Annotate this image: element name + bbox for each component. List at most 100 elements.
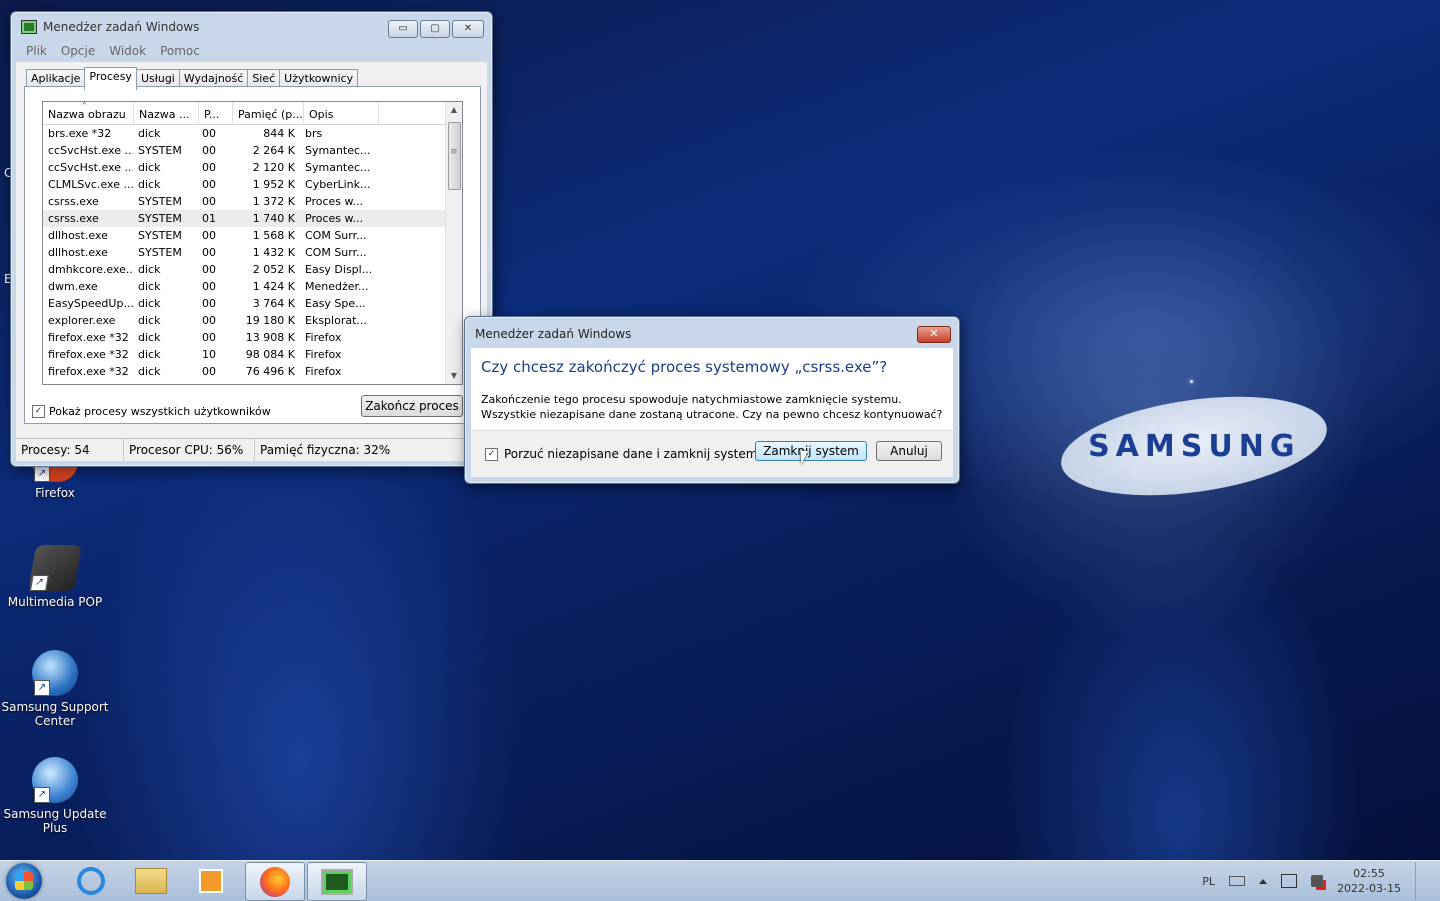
shortcut-arrow-icon: ↗ xyxy=(34,680,50,696)
confirm-dialog[interactable]: Menedżer zadań Windows ✕ Czy chcesz zako… xyxy=(464,316,960,484)
table-row[interactable]: dwm.exe dick 00 1 424 K Menedżer... xyxy=(43,278,462,295)
desktop-icon-label: Samsung Support Center xyxy=(1,700,109,728)
windows-logo-icon xyxy=(15,872,33,890)
system-tray: PL 02:55 2022-03-15 xyxy=(1202,861,1440,901)
cancel-button[interactable]: Anuluj xyxy=(876,441,942,461)
column-header-memory[interactable]: Pamięć (p... xyxy=(233,102,304,124)
cell-user-name: dick xyxy=(138,348,161,361)
maximize-button[interactable]: ▢ xyxy=(420,20,450,38)
show-desktop-button[interactable] xyxy=(1415,862,1428,900)
cell-image-name: dwm.exe xyxy=(48,280,98,293)
column-header-user-name[interactable]: Nazwa ... xyxy=(134,102,199,124)
cell-image-name: csrss.exe xyxy=(48,195,99,208)
discard-data-row[interactable]: ✓ Porzuć niezapisane dane i zamknij syst… xyxy=(485,447,761,461)
cell-memory: 1 432 K xyxy=(252,246,295,259)
desktop-icon-samsung-update-plus[interactable]: ↗ Samsung Update Plus xyxy=(0,757,110,835)
taskbar-internet-explorer[interactable] xyxy=(62,862,120,899)
cell-description: Firefox xyxy=(305,331,342,344)
cell-user-name: dick xyxy=(138,331,161,344)
globe-shield-icon: ↗ xyxy=(32,650,78,696)
table-row[interactable]: dllhost.exe SYSTEM 00 1 568 K COM Surr... xyxy=(43,227,462,244)
cell-user-name: SYSTEM xyxy=(138,144,182,157)
cell-memory: 2 120 K xyxy=(252,161,295,174)
task-manager-window[interactable]: Menedżer zadań Windows ▭ ▢ ✕ Plik Opcje … xyxy=(10,11,493,467)
media-player-icon xyxy=(199,868,223,893)
table-row[interactable]: explorer.exe dick 00 19 180 K Eksplorat... xyxy=(43,312,462,329)
cell-image-name: ccSvcHst.exe ... xyxy=(48,161,133,174)
keyboard-icon[interactable] xyxy=(1229,876,1246,886)
table-row[interactable]: firefox.exe *32 dick 00 13 908 K Firefox xyxy=(43,329,462,346)
close-button[interactable]: ✕ xyxy=(452,20,484,38)
table-row[interactable]: dmhkcore.exe... dick 00 2 052 K Easy Displ..… xyxy=(43,261,462,278)
discard-data-checkbox[interactable]: ✓ xyxy=(485,447,498,461)
mouse-cursor-icon xyxy=(801,451,808,465)
clock[interactable]: 02:55 2022-03-15 xyxy=(1337,866,1401,896)
dialog-close-button[interactable]: ✕ xyxy=(917,326,951,343)
show-all-users-checkbox[interactable]: ✓ xyxy=(32,405,45,418)
volume-muted-icon[interactable] xyxy=(1311,875,1324,887)
cell-memory: 13 908 K xyxy=(245,331,295,344)
desktop-icon-samsung-support-center[interactable]: ↗ Samsung Support Center xyxy=(0,650,110,728)
sparkle xyxy=(1132,470,1135,473)
cell-user-name: SYSTEM xyxy=(138,246,182,259)
process-list[interactable]: ^ Nazwa obrazu Nazwa ... P... Pamięć (p.… xyxy=(42,101,463,385)
minimize-button[interactable]: ▭ xyxy=(388,20,418,38)
taskbar-firefox[interactable] xyxy=(245,862,305,901)
cell-description: brs xyxy=(305,127,323,140)
cell-user-name: dick xyxy=(138,365,161,378)
cell-memory: 1 424 K xyxy=(252,280,295,293)
scroll-grip-icon: ≡ xyxy=(450,147,458,157)
end-process-button[interactable]: Zakończ proces xyxy=(361,395,463,417)
table-row[interactable]: firefox.exe *32 dick 10 98 084 K Firefox xyxy=(43,346,462,363)
table-row[interactable]: ccSvcHst.exe ... dick 00 2 120 K Symantec... xyxy=(43,159,462,176)
shutdown-button[interactable]: Zamknij system xyxy=(755,441,867,461)
cell-image-name: EasySpeedUp... xyxy=(48,297,133,310)
network-icon[interactable] xyxy=(1281,874,1298,888)
menu-item-help[interactable]: Pomoc xyxy=(160,44,200,58)
show-hidden-icons-icon[interactable] xyxy=(1259,878,1268,884)
dialog-titlebar[interactable]: Menedżer zadań Windows xyxy=(465,317,959,349)
desktop-icon-multimedia-pop[interactable]: ↗ Multimedia POP xyxy=(0,545,110,609)
table-row[interactable]: csrss.exe SYSTEM 00 1 372 K Proces w... xyxy=(43,193,462,210)
taskbar-media-player[interactable] xyxy=(182,862,240,899)
table-row[interactable]: csrss.exe SYSTEM 01 1 740 K Proces w... xyxy=(43,210,462,227)
cell-image-name: dllhost.exe xyxy=(48,246,108,259)
show-all-users-row[interactable]: ✓ Pokaż procesy wszystkich użytkowników xyxy=(32,405,271,418)
cell-image-name: firefox.exe *32 xyxy=(48,331,129,344)
menu-item-options[interactable]: Opcje xyxy=(61,44,95,58)
cell-cpu: 00 xyxy=(202,246,216,259)
scroll-up-arrow-icon[interactable]: ▲ xyxy=(446,102,462,118)
cell-user-name: dick xyxy=(138,127,161,140)
task-manager-icon xyxy=(21,20,37,34)
table-row[interactable]: brs.exe *32 dick 00 844 K brs xyxy=(43,125,462,142)
table-row[interactable]: dllhost.exe SYSTEM 00 1 432 K COM Surr... xyxy=(43,244,462,261)
cell-image-name: dmhkcore.exe... xyxy=(48,263,133,276)
cell-cpu: 00 xyxy=(202,297,216,310)
table-row[interactable]: EasySpeedUp... dick 00 3 764 K Easy Spe... xyxy=(43,295,462,312)
column-header-description[interactable]: Opis xyxy=(304,102,379,124)
table-row[interactable]: CLMLSvc.exe ... dick 00 1 952 K CyberLink... xyxy=(43,176,462,193)
cell-cpu: 00 xyxy=(202,144,216,157)
taskbar-file-explorer[interactable] xyxy=(122,862,180,899)
tab-processes[interactable]: Procesy xyxy=(84,67,137,90)
taskbar-task-manager[interactable] xyxy=(307,862,367,901)
column-header-cpu[interactable]: P... xyxy=(199,102,233,124)
table-row[interactable]: firefox.exe *32 dick 00 76 496 K Firefox xyxy=(43,363,462,380)
sort-arrow-icon: ^ xyxy=(81,102,88,110)
shortcut-arrow-icon: ↗ xyxy=(29,575,49,591)
start-button[interactable] xyxy=(6,863,42,899)
scroll-thumb[interactable]: ≡ xyxy=(448,122,461,190)
cell-cpu: 01 xyxy=(202,212,216,225)
cell-description: COM Surr... xyxy=(305,246,367,259)
cell-image-name: csrss.exe xyxy=(48,212,99,225)
menu-item-view[interactable]: Widok xyxy=(109,44,146,58)
window-title: Menedżer zadań Windows xyxy=(43,20,200,34)
menu-item-file[interactable]: Plik xyxy=(26,44,47,58)
cell-cpu: 00 xyxy=(202,195,216,208)
scroll-down-arrow-icon[interactable]: ▼ xyxy=(446,368,462,384)
table-row[interactable]: ccSvcHst.exe ... SYSTEM 00 2 264 K Symantec.… xyxy=(43,142,462,159)
column-header-image-name[interactable]: ^ Nazwa obrazu xyxy=(43,102,134,124)
cell-description: COM Surr... xyxy=(305,229,367,242)
language-indicator[interactable]: PL xyxy=(1202,875,1215,888)
vertical-scrollbar[interactable]: ▲ ≡ ▼ xyxy=(445,102,462,384)
